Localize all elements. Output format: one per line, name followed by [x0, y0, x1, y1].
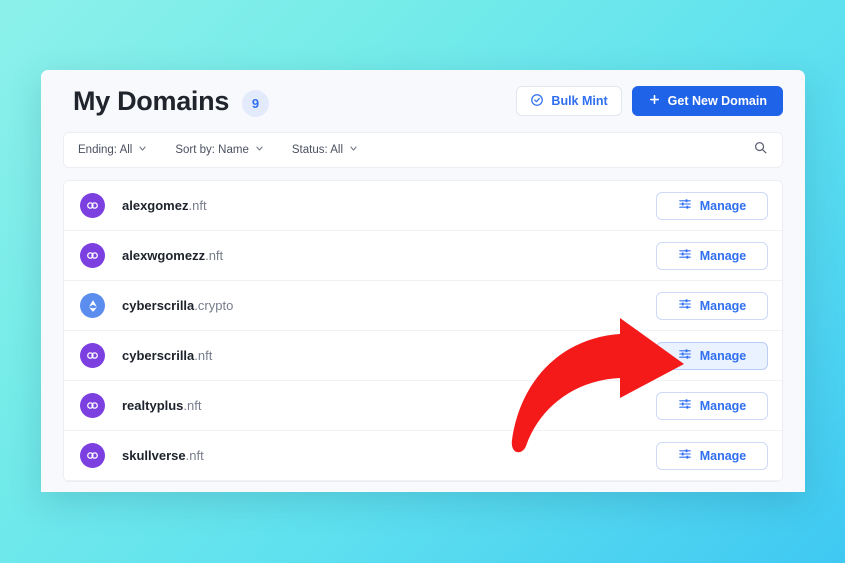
- manage-button[interactable]: Manage: [656, 191, 768, 220]
- filter-ending-label: Ending: All: [78, 144, 133, 156]
- domain-name-label: cyberscrilla: [122, 298, 195, 313]
- domain-name: realtyplus.nft: [122, 398, 202, 413]
- domain-name-label: cyberscrilla: [122, 348, 195, 363]
- filter-ending-dropdown[interactable]: Ending: All: [78, 144, 147, 156]
- ethereum-diamond-icon: [80, 293, 105, 318]
- domain-tld-label: .nft: [185, 448, 204, 463]
- get-new-domain-label: Get New Domain: [667, 94, 767, 108]
- chevron-down-icon: [255, 144, 264, 156]
- domain-name: cyberscrilla.crypto: [122, 298, 233, 313]
- domain-row[interactable]: cyberscrilla.nft Manage: [64, 331, 782, 381]
- domain-name-label: realtyplus: [122, 398, 184, 413]
- manage-button[interactable]: Manage: [656, 341, 768, 370]
- nft-infinity-icon: [80, 243, 105, 268]
- sliders-icon: [678, 197, 692, 214]
- nft-infinity-icon: [80, 443, 105, 468]
- filter-sort-dropdown[interactable]: Sort by: Name: [175, 144, 264, 156]
- domain-row[interactable]: skullverse.nft Manage: [64, 431, 782, 481]
- filter-bar: Ending: All Sort by: Name Status: All: [63, 132, 783, 168]
- domain-tld-label: .nft: [188, 198, 207, 213]
- page-title: My Domains: [73, 85, 230, 116]
- check-circle-icon: [530, 93, 544, 110]
- domain-name-label: skullverse: [122, 448, 186, 463]
- filter-sort-label: Sort by: Name: [175, 144, 249, 156]
- search-button[interactable]: [753, 140, 768, 160]
- domain-tld-label: .crypto: [194, 298, 234, 313]
- sliders-icon: [678, 397, 692, 414]
- domain-name-label: alexgomez: [122, 198, 189, 213]
- chevron-down-icon: [349, 144, 358, 156]
- my-domains-card: My Domains 9 Bulk Mint Get New Domain En…: [41, 70, 805, 492]
- domain-tld-label: .nft: [194, 348, 213, 363]
- sliders-icon: [678, 247, 692, 264]
- manage-button[interactable]: Manage: [656, 241, 768, 270]
- manage-label: Manage: [699, 298, 747, 313]
- domain-name: cyberscrilla.nft: [122, 348, 212, 363]
- domain-row[interactable]: alexgomez.nft Manage: [64, 181, 782, 231]
- domain-list: alexgomez.nft Manage alexwgomezz.nft Manage…: [63, 180, 783, 482]
- domain-count-badge: 9: [242, 89, 270, 117]
- nft-infinity-icon: [80, 393, 105, 418]
- domain-row[interactable]: alexwgomezz.nft Manage: [64, 231, 782, 281]
- get-new-domain-button[interactable]: Get New Domain: [631, 86, 783, 116]
- manage-button[interactable]: Manage: [656, 291, 768, 320]
- chevron-down-icon: [138, 144, 147, 156]
- bulk-mint-button[interactable]: Bulk Mint: [516, 86, 622, 116]
- sliders-icon: [678, 347, 692, 364]
- nft-infinity-icon: [80, 193, 105, 218]
- nft-infinity-icon: [80, 343, 105, 368]
- sliders-icon: [678, 297, 692, 314]
- manage-label: Manage: [699, 398, 747, 413]
- domain-name: skullverse.nft: [122, 448, 204, 463]
- manage-label: Manage: [699, 348, 747, 363]
- manage-button[interactable]: Manage: [656, 391, 768, 420]
- domain-tld-label: .nft: [183, 398, 202, 413]
- manage-button[interactable]: Manage: [656, 441, 768, 470]
- search-icon: [753, 140, 768, 160]
- domain-name: alexgomez.nft: [122, 198, 207, 213]
- bulk-mint-label: Bulk Mint: [551, 94, 608, 108]
- domain-tld-label: .nft: [205, 248, 224, 263]
- sliders-icon: [678, 447, 692, 464]
- manage-label: Manage: [699, 198, 747, 213]
- plus-icon: [648, 93, 661, 109]
- domain-row[interactable]: realtyplus.nft Manage: [64, 381, 782, 431]
- manage-label: Manage: [699, 448, 747, 463]
- domain-name: alexwgomezz.nft: [122, 248, 223, 263]
- header-actions: Bulk Mint Get New Domain: [516, 86, 783, 116]
- manage-label: Manage: [699, 248, 747, 263]
- filter-status-label: Status: All: [291, 144, 343, 156]
- domain-row[interactable]: cyberscrilla.crypto Manage: [64, 281, 782, 331]
- card-header: My Domains 9 Bulk Mint Get New Domain: [41, 70, 805, 132]
- filter-status-dropdown[interactable]: Status: All: [292, 144, 358, 156]
- domain-name-label: alexwgomezz: [122, 248, 206, 263]
